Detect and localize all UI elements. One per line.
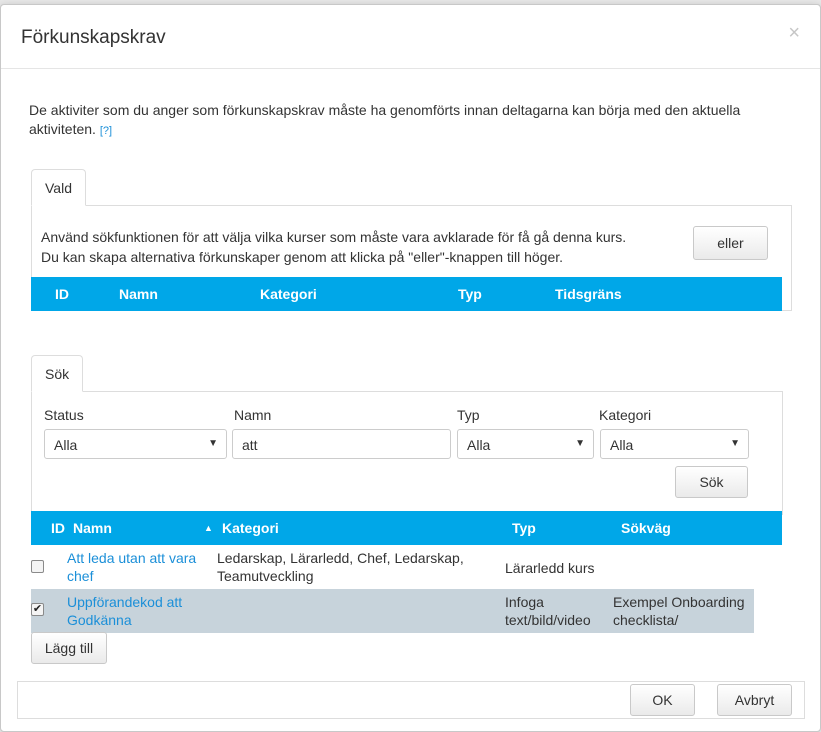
category-select-value: Alla	[610, 437, 634, 453]
dialog-footer: OK Avbryt	[17, 681, 805, 719]
col-category[interactable]: Kategori	[222, 520, 279, 536]
name-search-input[interactable]: att	[232, 429, 451, 459]
col-path[interactable]: Sökväg	[621, 520, 671, 536]
intro-text-body: De aktiviter som du anger som förkunskap…	[29, 102, 741, 137]
row-path-line2: checklista/	[613, 612, 679, 628]
selected-description: Använd sökfunktionen för att välja vilka…	[41, 227, 701, 267]
dialog-title: Förkunskapskrav	[21, 27, 166, 48]
intro-text: De aktiviter som du anger som förkunskap…	[29, 101, 789, 141]
dialog-header: Förkunskapskrav ×	[1, 5, 820, 69]
row-type-line1: Infoga	[505, 594, 544, 610]
chevron-down-icon: ▼	[575, 438, 585, 449]
col-id[interactable]: ID	[55, 286, 69, 302]
col-deadline[interactable]: Tidsgräns	[555, 286, 622, 302]
col-name[interactable]: Namn	[73, 520, 112, 536]
row-type: Infoga text/bild/video	[505, 593, 591, 629]
cancel-button[interactable]: Avbryt	[717, 684, 792, 716]
col-id[interactable]: ID	[51, 520, 65, 536]
row-name-line2[interactable]: chef	[67, 568, 93, 584]
close-icon[interactable]: ×	[788, 23, 800, 43]
row-name-link[interactable]: Uppförandekod att Godkänna	[67, 593, 182, 629]
type-select-value: Alla	[467, 437, 491, 453]
row-path-line1: Exempel Onboarding	[613, 594, 745, 610]
tab-selected[interactable]: Vald	[31, 169, 86, 206]
table-row[interactable]: Att leda utan att vara chef Ledarskap, L…	[31, 545, 754, 589]
ok-button[interactable]: OK	[630, 684, 695, 716]
row-category-line1: Ledarskap, Lärarledd, Chef, Ledarskap,	[217, 550, 464, 566]
tab-search[interactable]: Sök	[31, 355, 84, 392]
row-checkbox[interactable]	[31, 560, 44, 573]
category-label: Kategori	[599, 407, 652, 423]
row-name-link[interactable]: Att leda utan att vara chef	[67, 549, 196, 585]
type-label: Typ	[457, 407, 480, 423]
selected-table-header: ID Namn Kategori Typ Tidsgräns	[31, 277, 782, 311]
row-path: Exempel Onboarding checklista/	[613, 593, 745, 629]
help-link[interactable]: [?]	[100, 125, 112, 137]
row-name-line2[interactable]: Godkänna	[67, 612, 132, 628]
add-button[interactable]: Lägg till	[31, 632, 107, 664]
chevron-down-icon: ▼	[208, 438, 218, 449]
table-row[interactable]: ✔ Uppförandekod att Godkänna Infoga text…	[31, 589, 754, 633]
row-type-line2: text/bild/video	[505, 612, 591, 628]
row-checkbox-checked[interactable]: ✔	[31, 603, 44, 616]
col-type[interactable]: Typ	[512, 520, 536, 536]
row-type: Lärarledd kurs	[505, 560, 595, 576]
prerequisites-dialog: Förkunskapskrav × De aktiviter som du an…	[0, 4, 821, 732]
chevron-down-icon: ▼	[730, 438, 740, 449]
description-line-2: Du kan skapa alternativa förkunskaper ge…	[41, 249, 564, 265]
row-name-line1[interactable]: Att leda utan att vara	[67, 550, 196, 566]
col-type[interactable]: Typ	[458, 286, 482, 302]
sort-asc-icon[interactable]: ▲	[204, 523, 213, 533]
status-label: Status	[44, 407, 84, 423]
col-category[interactable]: Kategori	[260, 286, 317, 302]
name-label: Namn	[234, 407, 272, 423]
col-name[interactable]: Namn	[119, 286, 158, 302]
row-name-line1[interactable]: Uppförandekod att	[67, 594, 182, 610]
description-line-1: Använd sökfunktionen för att välja vilka…	[41, 229, 627, 245]
row-category: Ledarskap, Lärarledd, Chef, Ledarskap, T…	[217, 549, 464, 585]
category-select[interactable]: Alla ▼	[600, 429, 749, 459]
or-button[interactable]: eller	[693, 226, 768, 260]
type-select[interactable]: Alla ▼	[457, 429, 594, 459]
results-table-header: ID Namn ▲ Kategori Typ Sökväg	[31, 511, 782, 545]
search-button[interactable]: Sök	[675, 466, 748, 498]
row-category-line2: Teamutveckling	[217, 568, 314, 584]
status-select[interactable]: Alla ▼	[44, 429, 227, 459]
status-select-value: Alla	[54, 437, 78, 453]
